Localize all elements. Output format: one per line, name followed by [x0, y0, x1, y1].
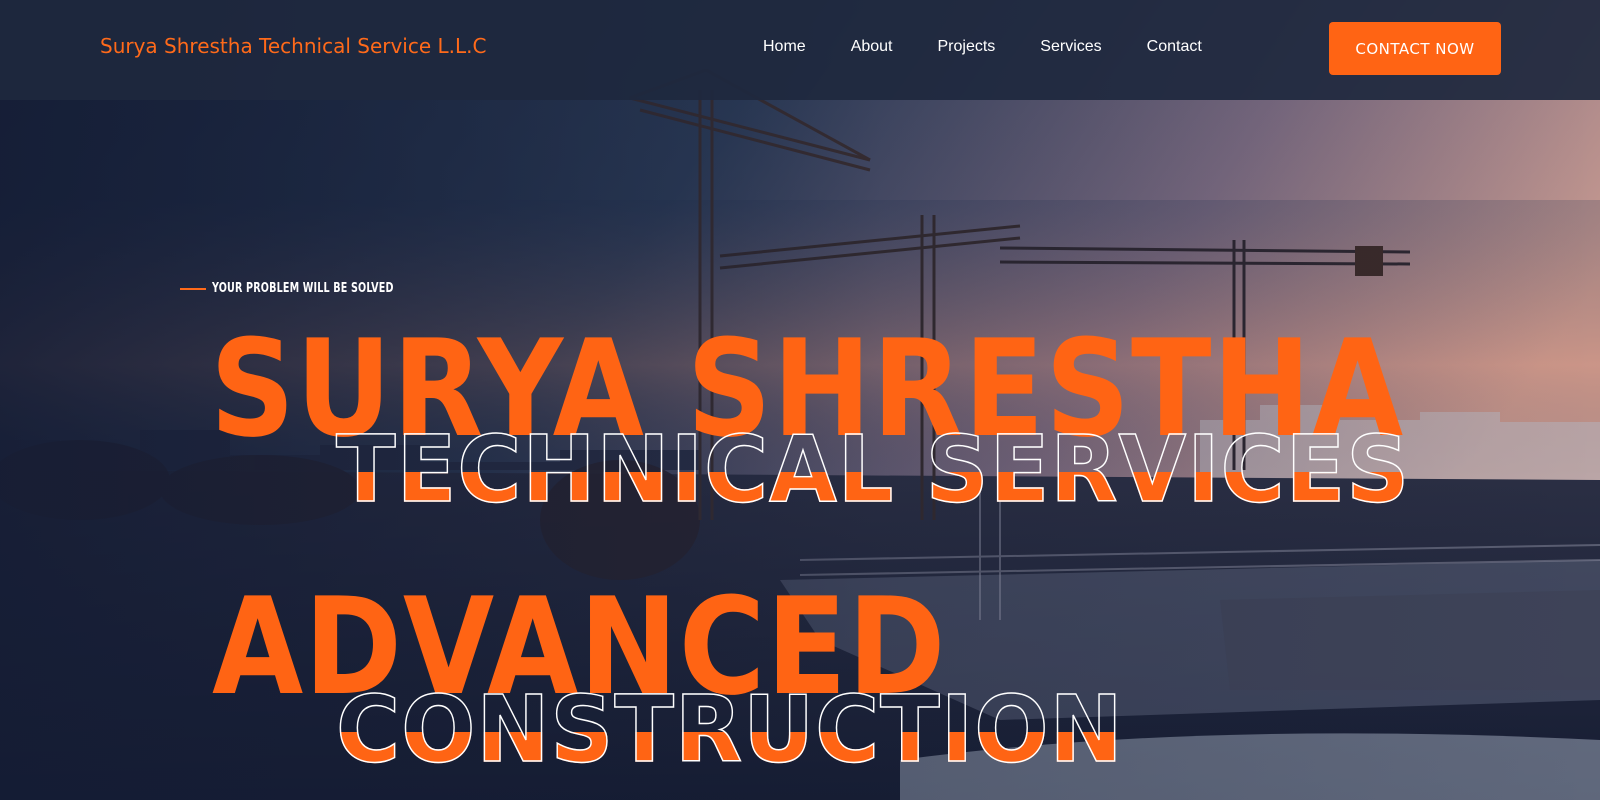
contact-now-button[interactable]: CONTACT NOW	[1329, 22, 1501, 75]
nav-link-about[interactable]: About	[851, 38, 893, 56]
tagline-text: YOUR PROBLEM WILL BE SOLVED	[212, 281, 394, 296]
nav-link-services[interactable]: Services	[1040, 38, 1101, 56]
main-nav: Home About Projects Services Contact	[763, 38, 1202, 56]
hero-headline-2: TECHNICAL SERVICES	[335, 416, 1411, 523]
tagline-rule	[180, 287, 206, 290]
nav-link-home[interactable]: Home	[763, 38, 806, 56]
hero-headline-4: CONSTRUCTION	[335, 676, 1124, 783]
brand-logo-text[interactable]: Surya Shrestha Technical Service L.L.C	[100, 34, 486, 58]
landing-page: Surya Shrestha Technical Service L.L.C H…	[0, 0, 1600, 800]
nav-link-projects[interactable]: Projects	[938, 38, 996, 56]
hero-tagline: YOUR PROBLEM WILL BE SOLVED	[180, 281, 433, 296]
site-header: Surya Shrestha Technical Service L.L.C H…	[0, 0, 1600, 100]
nav-link-contact[interactable]: Contact	[1147, 38, 1202, 56]
